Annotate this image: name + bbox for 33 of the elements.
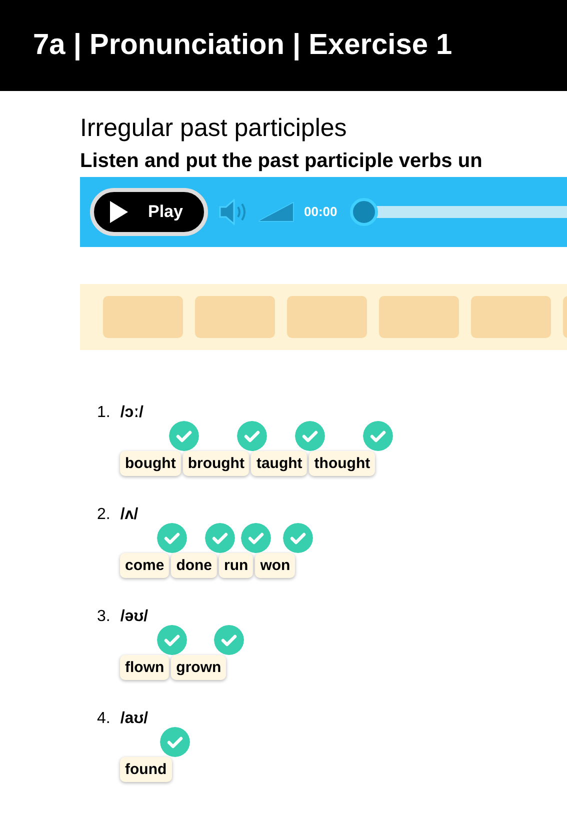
word-chip[interactable]: grown xyxy=(171,654,226,680)
time-display: 00:00 xyxy=(304,202,338,221)
drop-slot[interactable] xyxy=(195,296,275,338)
sound-label: /ɔː/ xyxy=(120,402,144,422)
exercise-title: Irregular past participles xyxy=(80,115,348,142)
drop-slot[interactable] xyxy=(103,296,183,338)
progress-thumb[interactable] xyxy=(350,198,378,226)
page-title: 7a | Pronunciation | Exercise 1 xyxy=(33,28,452,63)
sound-label: /ʌ/ xyxy=(120,504,138,524)
list-number: 1. xyxy=(97,402,110,422)
drop-slot[interactable] xyxy=(379,296,459,338)
play-button[interactable]: Play xyxy=(90,188,208,236)
word-chip[interactable]: run xyxy=(219,552,254,578)
instruction-text: Listen and put the past participle verbs un xyxy=(80,148,484,172)
drop-slot[interactable] xyxy=(471,296,551,338)
list-number: 3. xyxy=(97,606,110,626)
word-chip[interactable]: bought xyxy=(120,450,181,476)
word-chip[interactable]: brought xyxy=(182,450,250,476)
word-chip[interactable]: taught xyxy=(251,450,308,476)
word-chip[interactable]: won xyxy=(255,552,296,578)
word-chip[interactable]: done xyxy=(171,552,218,578)
list-number: 4. xyxy=(97,708,110,728)
word-chip[interactable]: thought xyxy=(309,450,376,476)
volume-slider[interactable] xyxy=(258,202,294,222)
play-icon xyxy=(110,200,128,222)
sound-label: /aʊ/ xyxy=(120,708,148,728)
sound-label: /əʊ/ xyxy=(120,606,148,626)
word-chip[interactable]: come xyxy=(120,552,170,578)
word-chip[interactable]: found xyxy=(120,756,172,782)
word-chip[interactable]: flown xyxy=(120,654,170,680)
list-number: 2. xyxy=(97,504,110,524)
volume-icon[interactable] xyxy=(218,198,248,224)
drop-slot[interactable] xyxy=(287,296,367,338)
